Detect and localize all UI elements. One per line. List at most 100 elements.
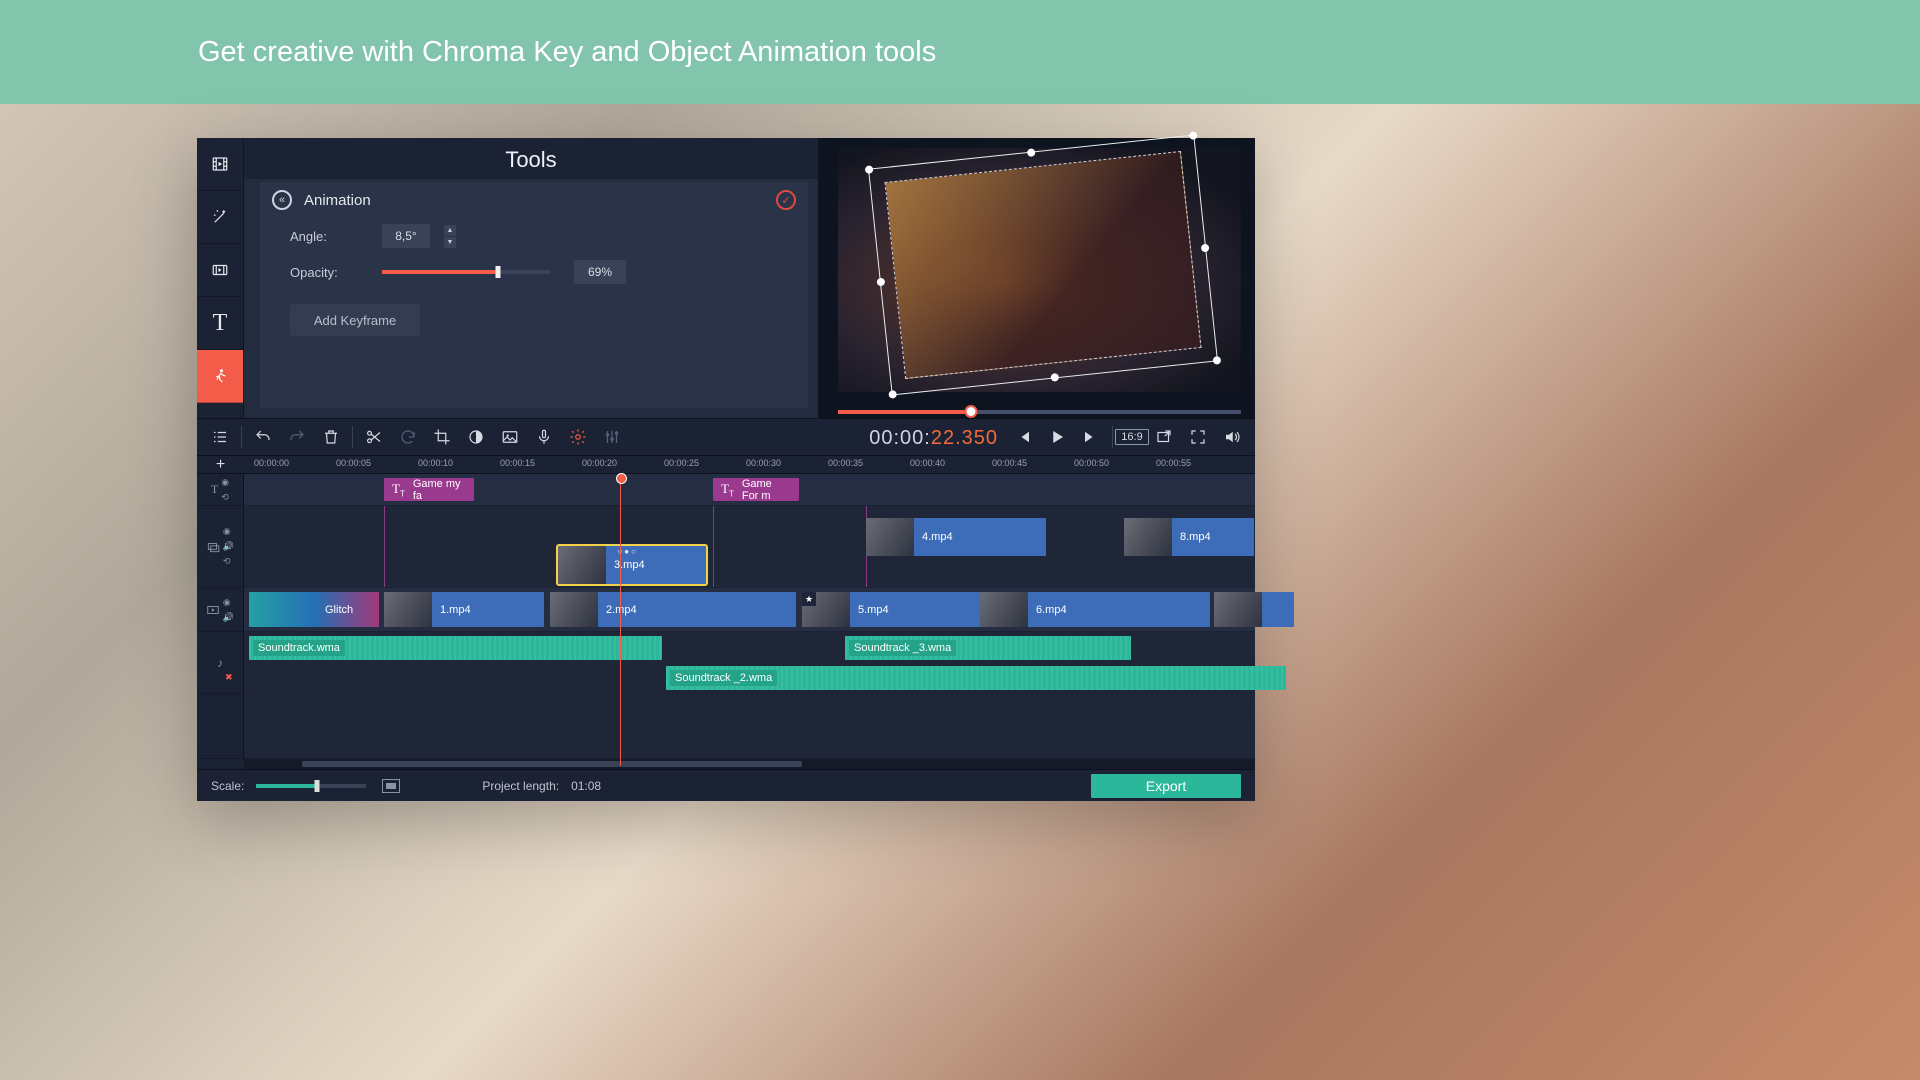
timeline-mode-button[interactable] xyxy=(205,422,235,452)
editor-toolbar: 00:00:22.350 16:9 xyxy=(197,418,1255,456)
resize-handle[interactable] xyxy=(1213,356,1222,365)
popout-preview-button[interactable] xyxy=(1149,422,1179,452)
eye-icon: ◉ xyxy=(221,477,229,488)
angle-input[interactable]: 8,5° xyxy=(382,224,430,248)
undo-button[interactable] xyxy=(248,422,278,452)
add-track-button[interactable]: + xyxy=(197,456,244,473)
timeline-zoom-slider[interactable] xyxy=(256,784,366,788)
playhead[interactable] xyxy=(620,474,621,766)
video-clip[interactable]: 6.mp4 xyxy=(980,592,1210,627)
video-clip[interactable] xyxy=(1214,592,1294,627)
animation-button[interactable] xyxy=(197,350,243,403)
export-button[interactable]: Export xyxy=(1091,774,1241,798)
track-head-audio[interactable]: ♪ ✖ xyxy=(197,632,244,694)
clip-properties-button[interactable] xyxy=(563,422,593,452)
resize-handle[interactable] xyxy=(1027,148,1036,157)
fullscreen-button[interactable] xyxy=(1183,422,1213,452)
track-head-empty xyxy=(197,694,244,759)
ruler-tick: 00:00:40 xyxy=(910,458,945,468)
angle-stepper[interactable]: ▲ ▼ xyxy=(444,225,456,248)
video-clip[interactable]: 2.mp4 xyxy=(550,592,796,627)
trash-icon xyxy=(322,428,340,446)
volume-button[interactable] xyxy=(1217,422,1247,452)
seek-thumb[interactable] xyxy=(964,405,977,418)
resize-handle[interactable] xyxy=(1201,244,1210,253)
ruler-tick: 00:00:10 xyxy=(418,458,453,468)
project-length-label: Project length: xyxy=(482,779,559,793)
fit-to-window-button[interactable] xyxy=(382,779,400,793)
titles-button[interactable]: T xyxy=(197,297,243,350)
preview-canvas[interactable] xyxy=(838,148,1241,392)
effect-clip[interactable]: Glitch xyxy=(249,592,379,627)
redo-icon xyxy=(288,428,306,446)
transitions-button[interactable] xyxy=(197,244,243,297)
ruler-tick: 00:00:50 xyxy=(1074,458,1109,468)
resize-handle[interactable] xyxy=(876,278,885,287)
play-button[interactable] xyxy=(1042,422,1072,452)
transitions-icon xyxy=(211,261,229,279)
audio-clip[interactable]: Soundtrack _3.wma xyxy=(845,636,1131,660)
track-head-titles[interactable]: T ◉⟲ xyxy=(197,474,244,506)
audio-track[interactable]: Soundtrack.wmaSoundtrack _3.wmaSoundtrac… xyxy=(244,632,1255,694)
text-icon: T xyxy=(213,310,228,337)
add-keyframe-button[interactable]: Add Keyframe xyxy=(290,304,420,336)
resize-handle[interactable] xyxy=(888,390,897,399)
title-clip[interactable]: TTGame my fa xyxy=(384,478,474,501)
list-icon xyxy=(211,428,229,446)
undo-icon xyxy=(254,428,272,446)
redo-button[interactable] xyxy=(282,422,312,452)
track-head-video[interactable]: ◉🔊 xyxy=(197,588,244,632)
unlink-audio-icon[interactable]: ✖ xyxy=(225,672,233,683)
video-clip[interactable]: 1.mp4 xyxy=(384,592,544,627)
audio-clip[interactable]: Soundtrack _2.wma xyxy=(666,666,1286,690)
play-icon xyxy=(1048,428,1066,446)
clip-label: 3.mp4 xyxy=(614,559,645,571)
scrollbar-thumb[interactable] xyxy=(302,761,802,767)
prev-frame-button[interactable] xyxy=(1008,422,1038,452)
overlay-track[interactable]: 3.mp4○●○ 4.mp4 8.mp4 xyxy=(244,506,1255,588)
rotate-button[interactable] xyxy=(393,422,423,452)
resize-handle[interactable] xyxy=(1050,373,1059,382)
resize-handle[interactable] xyxy=(865,165,874,174)
record-audio-button[interactable] xyxy=(529,422,559,452)
overlay-clip[interactable]: 3.mp4○●○ xyxy=(558,546,706,584)
aspect-ratio-button[interactable]: 16:9 xyxy=(1119,422,1145,452)
star-icon: ★ xyxy=(802,592,816,606)
resize-handle[interactable] xyxy=(1189,131,1198,140)
color-adjust-button[interactable] xyxy=(461,422,491,452)
overlay-wizard-button[interactable] xyxy=(495,422,525,452)
overlay-clip[interactable]: 4.mp4 xyxy=(866,518,1046,556)
next-frame-button[interactable] xyxy=(1076,422,1106,452)
track-head-overlay[interactable]: ◉🔊⟲ xyxy=(197,506,244,588)
text-icon: TT xyxy=(721,481,734,499)
tools-back-button[interactable]: « xyxy=(272,190,292,210)
split-button[interactable] xyxy=(359,422,389,452)
filters-button[interactable] xyxy=(197,191,243,244)
transform-bounding-box[interactable] xyxy=(868,134,1218,395)
project-length-value: 01:08 xyxy=(571,779,601,793)
equalizer-button[interactable] xyxy=(597,422,627,452)
chevron-up-icon: ▲ xyxy=(444,225,456,236)
timeline-ruler[interactable]: + 00:00:0000:00:0500:00:1000:00:1500:00:… xyxy=(197,456,1255,474)
clip-label: 8.mp4 xyxy=(1180,531,1211,543)
empty-track xyxy=(244,694,1255,759)
clip-thumbnail xyxy=(980,592,1028,627)
audio-clip[interactable]: Soundtrack.wma xyxy=(249,636,662,660)
delete-button[interactable] xyxy=(316,422,346,452)
title-clip[interactable]: TTGame For m xyxy=(713,478,799,501)
tools-apply-button[interactable]: ✓ xyxy=(776,190,796,210)
video-track[interactable]: Glitch1.mp42.mp4★5.mp46.mp4 xyxy=(244,588,1255,632)
ruler-tick: 00:00:30 xyxy=(746,458,781,468)
timeline-horizontal-scrollbar[interactable] xyxy=(197,759,1255,769)
overlay-clip[interactable]: 8.mp4 xyxy=(1124,518,1254,556)
opacity-slider[interactable] xyxy=(382,270,550,274)
title-track[interactable]: TTGame my fa TTGame For m xyxy=(244,474,1255,506)
opacity-label: Opacity: xyxy=(290,265,368,280)
preview-seek-bar[interactable] xyxy=(838,410,1241,414)
media-library-button[interactable] xyxy=(197,138,243,191)
clip-label: Soundtrack.wma xyxy=(253,640,345,656)
ruler-tick: 00:00:35 xyxy=(828,458,863,468)
ruler-tick: 00:00:55 xyxy=(1156,458,1191,468)
contrast-icon xyxy=(467,428,485,446)
crop-button[interactable] xyxy=(427,422,457,452)
